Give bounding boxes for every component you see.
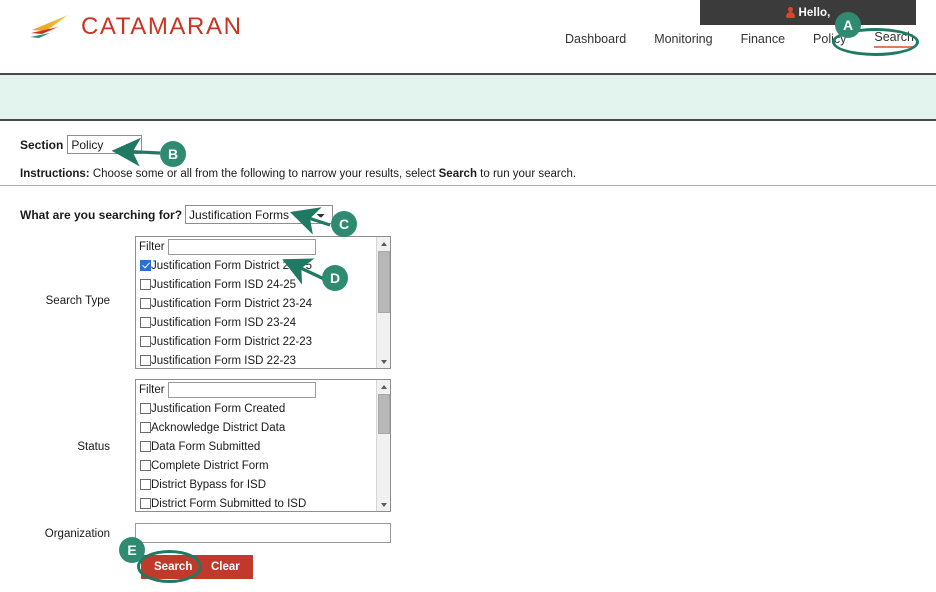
nav-item-dashboard[interactable]: Dashboard [565, 32, 626, 48]
status-option[interactable]: Complete District Form [136, 456, 390, 475]
searching-for-select[interactable]: Justification Forms [185, 205, 334, 224]
section-row: Section Policy [20, 135, 143, 154]
status-checkbox[interactable] [140, 460, 151, 471]
logo-text: CATAMARAN [81, 13, 243, 40]
scrollbar-thumb[interactable] [378, 394, 390, 434]
organization-input[interactable] [135, 523, 391, 543]
search-type-checkbox[interactable] [140, 298, 151, 309]
status-option-label: Data Form Submitted [151, 440, 261, 453]
searching-for-label: What are you searching for? [20, 207, 183, 222]
status-checkbox[interactable] [140, 441, 151, 452]
search-type-listbox[interactable]: Filter Justification Form District 24-25… [135, 236, 391, 369]
search-type-checkbox[interactable] [140, 260, 151, 271]
status-option[interactable]: Acknowledge District Data [136, 418, 390, 437]
searching-for-row: What are you searching for? Justificatio… [20, 205, 334, 224]
search-type-option-label: Justification Form ISD 24-25 [151, 278, 297, 291]
search-form: Section Policy Instructions: Choose some… [0, 123, 936, 592]
section-label: Section [20, 137, 64, 152]
search-type-option[interactable]: Justification Form District 24-25 [136, 256, 390, 275]
search-type-option[interactable]: Justification Form District 22-23 [136, 332, 390, 351]
status-option-label: District Form Submitted to ISD [151, 497, 307, 510]
search-type-scrollbar[interactable] [376, 237, 390, 368]
hello-text: Hello, [798, 6, 831, 19]
instructions-text: Instructions: Choose some or all from th… [20, 168, 576, 180]
page-banner [0, 75, 936, 121]
scroll-down-arrow-icon[interactable] [377, 355, 390, 368]
status-option-label: District Bypass for ISD [151, 478, 267, 491]
status-checkbox[interactable] [140, 403, 151, 414]
scroll-up-arrow-icon[interactable] [377, 380, 390, 393]
search-type-option-label: Justification Form District 24-25 [151, 259, 313, 272]
hello-bar: Hello, [700, 0, 916, 25]
search-type-label: Search Type [45, 295, 110, 307]
status-option-label: Acknowledge District Data [151, 421, 286, 434]
catamaran-sail-logo-icon [28, 14, 72, 40]
instructions-part2: to run your search. [476, 168, 577, 180]
status-option-label: Complete District Form [151, 459, 269, 472]
nav-item-finance[interactable]: Finance [741, 32, 785, 48]
status-option-label: Justification Form Created [151, 402, 286, 415]
search-type-filter-label: Filter [139, 241, 165, 253]
instructions-label: Instructions: [20, 168, 90, 180]
search-button[interactable]: Search [141, 555, 206, 579]
search-type-option[interactable]: Justification Form ISD 22-23 [136, 351, 390, 368]
search-type-filter-row: Filter [136, 237, 390, 256]
status-checkbox[interactable] [140, 498, 151, 509]
status-option[interactable]: District Form Submitted to ISD [136, 494, 390, 511]
instructions-search-word: Search [438, 168, 477, 180]
search-type-filter-input[interactable] [167, 239, 316, 255]
person-icon [785, 7, 795, 18]
logo[interactable]: CATAMARAN [28, 14, 243, 40]
search-type-option[interactable]: Justification Form ISD 24-25 [136, 275, 390, 294]
nav-item-monitoring[interactable]: Monitoring [654, 32, 712, 48]
status-option[interactable]: District Bypass for ISD [136, 475, 390, 494]
search-type-option-label: Justification Form District 22-23 [151, 335, 313, 348]
nav-item-policy[interactable]: Policy [813, 32, 846, 48]
search-type-checkbox[interactable] [140, 317, 151, 328]
search-type-option-label: Justification Form District 23-24 [151, 297, 313, 310]
status-listbox[interactable]: Filter Justification Form Created Acknow… [135, 379, 391, 512]
site-header: Hello, CATAMARAN Dashboard Monitoring Fi… [0, 0, 936, 75]
search-type-checkbox[interactable] [140, 355, 151, 366]
page-root: Hello, CATAMARAN Dashboard Monitoring Fi… [0, 0, 936, 592]
status-checkbox[interactable] [140, 422, 151, 433]
scrollbar-thumb[interactable] [378, 251, 390, 313]
instructions-part1: Choose some or all from the following to… [89, 168, 439, 180]
search-type-option-label: Justification Form ISD 23-24 [151, 316, 297, 329]
instructions-divider [0, 185, 936, 186]
nav-item-search[interactable]: Search [874, 30, 914, 48]
search-type-option[interactable]: Justification Form District 23-24 [136, 294, 390, 313]
status-label: Status [77, 441, 110, 453]
section-select[interactable]: Policy [67, 135, 143, 154]
search-type-option-label: Justification Form ISD 22-23 [151, 354, 297, 367]
scroll-up-arrow-icon[interactable] [377, 237, 390, 250]
search-type-checkbox[interactable] [140, 279, 151, 290]
status-filter-row: Filter [136, 380, 390, 399]
organization-label: Organization [44, 528, 110, 540]
status-scrollbar[interactable] [376, 380, 390, 511]
status-option[interactable]: Data Form Submitted [136, 437, 390, 456]
status-filter-input[interactable] [167, 382, 316, 398]
status-option[interactable]: Justification Form Created [136, 399, 390, 418]
search-type-checkbox[interactable] [140, 336, 151, 347]
search-type-option[interactable]: Justification Form ISD 23-24 [136, 313, 390, 332]
clear-button[interactable]: Clear [198, 555, 253, 579]
status-checkbox[interactable] [140, 479, 151, 490]
status-filter-label: Filter [139, 384, 165, 396]
scroll-down-arrow-icon[interactable] [377, 498, 390, 511]
main-nav: Dashboard Monitoring Finance Policy Sear… [565, 30, 914, 48]
